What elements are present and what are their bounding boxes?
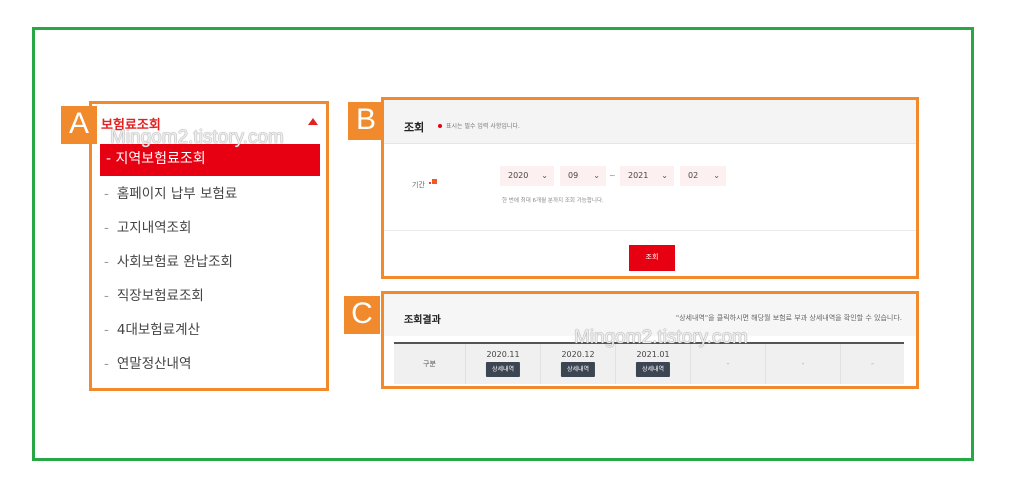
menu-item[interactable]: - 연말정산내역 (104, 352, 237, 386)
empty-cell: - (691, 344, 766, 384)
watermark: Mingom2.tistory.com (110, 127, 284, 148)
menu-item[interactable]: - 홈페이지 납부 보험료 (104, 182, 237, 216)
required-dot-icon (429, 182, 431, 184)
search-title: 조회 (404, 121, 425, 134)
menu-item[interactable]: - 고지내역조회 (104, 216, 237, 250)
menu-list: - 홈페이지 납부 보험료 - 고지내역조회 - 사회보험료 완납조회 - 직장보험료조… (104, 182, 237, 386)
to-month-select[interactable]: 02 ⌄ (680, 166, 726, 186)
to-year-select[interactable]: 2021 ⌄ (620, 166, 674, 186)
results-title: 조회결과 (404, 315, 441, 326)
search-header: 조회 표시는 필수 입력 사항입니다. (384, 100, 916, 144)
month-cell: 2021.01 상세내역 (616, 344, 691, 384)
menu-item[interactable]: - 직장보험료조회 (104, 284, 237, 318)
detail-button[interactable]: 상세내역 (485, 362, 521, 377)
period-label: 기간 (412, 181, 425, 189)
empty-cell: - (766, 344, 841, 384)
period-separator: ~ (609, 171, 616, 180)
from-year-select[interactable]: 2020 ⌄ (500, 166, 554, 186)
from-month-select[interactable]: 09 ⌄ (560, 166, 606, 186)
empty-cell: - (871, 359, 874, 368)
month-cell: 2020.11 상세내역 (466, 344, 541, 384)
watermark: Mingom2.tistory.com (574, 327, 748, 348)
detail-button[interactable]: 상세내역 (560, 362, 596, 377)
chevron-down-icon: ⌄ (661, 171, 668, 180)
tag-c: C (344, 296, 380, 334)
menu-item[interactable]: -4대보험료계산 (104, 318, 237, 352)
row-label: 구분 (394, 344, 466, 384)
results-note: "상세내역"을 클릭하시면 해당월 보험료 부과 상세내역을 확인할 수 있습니… (675, 314, 902, 322)
chevron-down-icon: ⌄ (541, 171, 548, 180)
divider (384, 230, 916, 231)
collapse-caret-icon[interactable] (308, 118, 318, 125)
required-dot-icon (438, 124, 442, 128)
menu-item[interactable]: - 사회보험료 완납조회 (104, 250, 237, 284)
required-note: 표시는 필수 입력 사항입니다. (446, 123, 520, 130)
tag-a: A (61, 106, 97, 144)
chevron-down-icon: ⌄ (593, 171, 600, 180)
detail-button[interactable]: 상세내역 (635, 362, 671, 377)
required-mark-icon (432, 179, 437, 184)
tag-b: B (348, 102, 384, 140)
period-note: 한 번에 최대 6개월 분까지 조회 가능합니다. (502, 198, 604, 204)
chevron-down-icon: ⌄ (713, 171, 720, 180)
search-button[interactable]: 조회 (629, 245, 675, 271)
month-cell: 2020.12 상세내역 (541, 344, 616, 384)
search-panel: 조회 표시는 필수 입력 사항입니다. 기간 2020 ⌄ 09 ⌄ ~ 2021 ⌄… (381, 97, 919, 279)
